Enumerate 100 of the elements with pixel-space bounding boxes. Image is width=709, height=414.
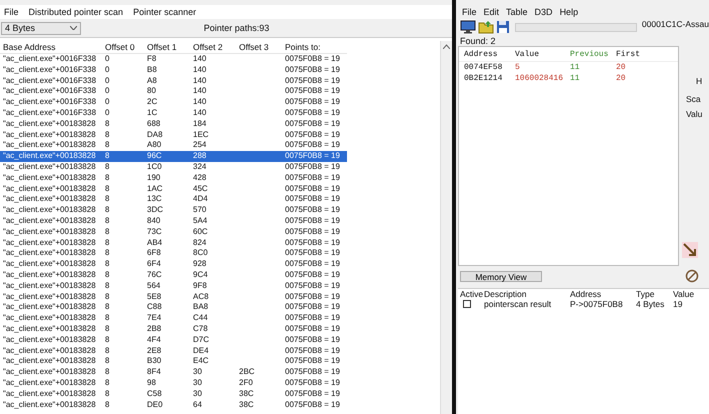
table-cell-text: 1AC [147, 184, 164, 194]
column-header[interactable]: Base Address [3, 42, 105, 52]
table-row[interactable]: "ac_client.exe"+00183828 8 1AC 45C 0075F0B8 = 19 [0, 184, 347, 194]
table-row[interactable]: "ac_client.exe"+00183828 8 96C 288 0075F0B8 = 19 [0, 151, 347, 162]
table-row[interactable]: "ac_client.exe"+00183828 8 DE0 64 38C 0075F0B8 = 19 [0, 400, 347, 410]
table-cell-text: 8 [105, 172, 110, 184]
table-row[interactable]: "ac_client.exe"+0016F338 0 F8 140 0075F0B8 = 19 [0, 54, 347, 65]
table-cell-text: 0 [105, 97, 110, 108]
table-cell-text: 0075F0B8 = 19 [285, 270, 341, 281]
table-cell-text: 8 [105, 292, 110, 302]
column-header[interactable]: Address [570, 289, 636, 299]
table-cell-text: 4 Bytes [636, 299, 666, 309]
table-cell-text: "ac_client.exe"+00183828 [3, 205, 97, 216]
table-cell-text: 564 [147, 280, 162, 292]
table-row[interactable]: "ac_client.exe"+00183828 8 98 30 2F0 0075F0B8 = 19 [0, 378, 347, 389]
column-header[interactable]: Description [484, 289, 570, 299]
table-row[interactable]: "ac_client.exe"+00183828 8 3DC 570 0075F0B8 = 19 [0, 205, 347, 216]
table-row[interactable]: "ac_client.exe"+00183828 8 564 9F8 0075F0B8 = 19 [0, 280, 347, 292]
column-header[interactable]: Offset 0 [105, 42, 147, 52]
table-row[interactable]: "ac_client.exe"+00183828 8 C58 30 38C 0075F0B8 = 19 [0, 388, 347, 400]
menu-item[interactable]: Pointer scanner [133, 7, 196, 17]
table-row[interactable]: "ac_client.exe"+00183828 8 2E8 DE4 0075F0B8 = 19 [0, 346, 347, 356]
table-cell-text: 688 [147, 118, 162, 130]
table-cell-text: 0B2E1214 [464, 74, 504, 83]
scroll-up-icon[interactable] [443, 44, 450, 49]
results-list[interactable]: Address Value Previous First 0074EF58 5 11 20 0B2E1214 1060028416 11 20 [458, 46, 679, 266]
table-row[interactable]: "ac_client.exe"+00183828 8 4F4 D7C 0075F0B8 = 19 [0, 334, 347, 346]
menu-item[interactable]: File [462, 7, 477, 17]
column-header[interactable]: Previous [570, 50, 616, 58]
table-cell-text: "ac_client.exe"+00183828 [3, 313, 97, 324]
table-cell-text: 0075F0B8 = 19 [285, 130, 341, 140]
table-row[interactable]: "ac_client.exe"+00183828 8 8F4 30 2BC 0075F0B8 = 19 [0, 367, 347, 378]
table-row[interactable]: "ac_client.exe"+00183828 8 73C 60C 0075F0B8 = 19 [0, 226, 347, 238]
table-cell-text: 0075F0B8 = 19 [285, 367, 341, 378]
column-header[interactable]: Active [460, 289, 484, 299]
table-row[interactable]: "ac_client.exe"+00183828 8 1C0 324 0075F0B8 = 19 [0, 162, 347, 173]
table-row[interactable]: "ac_client.exe"+0016F338 0 B8 140 0075F0B8 = 19 [0, 64, 347, 76]
column-header[interactable]: Value [673, 289, 703, 299]
column-header[interactable]: Address [464, 50, 515, 58]
pointer-paths-label: Pointer paths:93 [202, 23, 270, 33]
column-header[interactable]: First [616, 50, 656, 58]
table-cell-text: 1060028416 [515, 74, 564, 83]
table-row[interactable]: "ac_client.exe"+0016F338 0 A8 140 0075F0B8 = 19 [0, 76, 347, 86]
type-dropdown[interactable]: 4 Bytes [1, 22, 81, 34]
table-cell-text: C88 [147, 302, 163, 314]
table-row[interactable]: "ac_client.exe"+00183828 8 B30 E4C 0075F0B8 = 19 [0, 356, 347, 368]
table-row[interactable]: "ac_client.exe"+00183828 8 76C 9C4 0075F0B8 = 19 [0, 270, 347, 281]
table-cell-text: 6F8 [147, 248, 162, 260]
table-cell-text: 8 [105, 216, 110, 227]
table-cell-text: 0075F0B8 = 19 [285, 76, 341, 86]
table-cell-text: 0075F0B8 = 19 [285, 324, 341, 335]
table-cell-text: "ac_client.exe"+00183828 [3, 334, 97, 346]
table-cell-text: 0075F0B8 = 19 [285, 184, 341, 194]
table-cell-text: 0075F0B8 = 19 [285, 302, 341, 314]
table-cell-text: 0075F0B8 = 19 [285, 356, 341, 368]
table-cell-text: 140 [193, 76, 208, 86]
column-header[interactable]: Offset 2 [193, 42, 239, 52]
table-cell-text: 2B8 [147, 324, 162, 335]
table-cell-text: 824 [193, 238, 208, 248]
table-row[interactable]: "ac_client.exe"+00183828 8 7E4 C44 0075F0B8 = 19 [0, 313, 347, 324]
table-row[interactable]: "ac_client.exe"+00183828 8 6F8 8C0 0075F0B8 = 19 [0, 248, 347, 260]
column-header[interactable]: Offset 1 [147, 42, 193, 52]
table-row[interactable]: "ac_client.exe"+00183828 8 A80 254 0075F0B8 = 19 [0, 140, 347, 152]
table-cell-text: 0075F0B8 = 19 [285, 140, 341, 152]
menu-item[interactable]: Table [506, 7, 528, 17]
table-cell-text: "ac_client.exe"+0016F338 [3, 76, 98, 86]
column-header[interactable]: Points to: [285, 42, 347, 52]
table-row[interactable]: "ac_client.exe"+00183828 8 DA8 1EC 0075F0B8 = 19 [0, 130, 347, 140]
active-checkbox[interactable] [463, 300, 471, 308]
table-cell-text: 8 [105, 367, 110, 378]
arrow-icon[interactable] [682, 242, 698, 258]
table-cell-text: 8 [105, 302, 110, 314]
menu-item[interactable]: File [4, 7, 19, 17]
table-row[interactable]: "ac_client.exe"+00183828 8 840 5A4 0075F0B8 = 19 [0, 216, 347, 227]
no-entry-icon[interactable] [685, 269, 699, 283]
folder-icon[interactable] [478, 20, 494, 34]
menu-item[interactable]: Help [560, 7, 578, 17]
table-row[interactable]: "ac_client.exe"+0016F338 0 80 140 0075F0B8 = 19 [0, 86, 347, 98]
table-row[interactable]: "ac_client.exe"+00183828 8 C88 BA8 0075F0B8 = 19 [0, 302, 347, 314]
menu-item[interactable]: Edit [484, 7, 500, 17]
table-cell-text: A8 [147, 76, 158, 86]
table-row[interactable]: "ac_client.exe"+00183828 8 5E8 AC8 0075F0B8 = 19 [0, 292, 347, 302]
table-row[interactable]: "ac_client.exe"+0016F338 0 2C 140 0075F0B8 = 19 [0, 97, 347, 108]
table-row[interactable]: "ac_client.exe"+00183828 8 AB4 824 0075F0B8 = 19 [0, 238, 347, 248]
table-row[interactable]: "ac_client.exe"+00183828 8 13C 4D4 0075F0B8 = 19 [0, 194, 347, 206]
table-row[interactable]: "ac_client.exe"+00183828 8 2B8 C78 0075F0B8 = 19 [0, 324, 347, 335]
table-cell-text: "ac_client.exe"+00183828 [3, 226, 97, 238]
column-header[interactable]: Value [515, 50, 570, 58]
table-cell-text: "ac_client.exe"+00183828 [3, 388, 97, 400]
column-header[interactable]: Type [636, 289, 673, 299]
table-cell-text: "ac_client.exe"+00183828 [3, 130, 97, 140]
column-header[interactable]: Offset 3 [239, 42, 285, 52]
table-row[interactable]: "ac_client.exe"+00183828 8 6F4 928 0075F0B8 = 19 [0, 259, 347, 270]
table-row[interactable]: "ac_client.exe"+0016F338 0 1C 140 0075F0B8 = 19 [0, 108, 347, 119]
monitor-icon[interactable] [460, 20, 476, 34]
menu-item[interactable]: Distributed pointer scan [28, 7, 124, 17]
table-row[interactable]: "ac_client.exe"+00183828 8 688 184 0075F0B8 = 19 [0, 118, 347, 130]
menu-item[interactable]: D3D [534, 7, 553, 17]
table-row[interactable]: "ac_client.exe"+00183828 8 190 428 0075F0B8 = 19 [0, 172, 347, 184]
memory-view-button[interactable]: Memory View [460, 270, 542, 282]
